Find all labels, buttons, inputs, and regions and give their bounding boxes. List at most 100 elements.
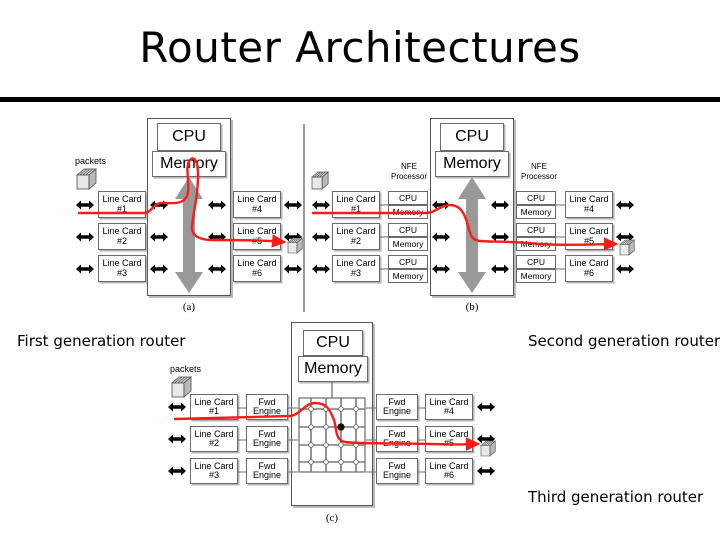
nfe-cpu-label: CPU [399,256,417,267]
line-card-number: #2 [208,438,219,448]
fig-b-cpu-label: CPU [455,127,489,145]
fig-b-nfe-memory-4: Memory [516,205,556,219]
fig-a-port-arrow-3 [76,264,94,274]
fig-a-port-arrow-4 [284,200,302,210]
line-card-number: #4 [251,203,262,214]
fig-b-caption: Second generation router [528,332,720,350]
fig-a-packets-label: packets [75,156,107,166]
fig-a-cpu-box: CPU [157,123,221,151]
fig-b-port-arrow-4 [616,200,634,210]
slide-canvas: Router Architectures CPU Memory packets … [0,0,720,540]
fig-a-line-card-2[interactable]: Line Card #2 [98,223,146,250]
fig-b-line-card-2[interactable]: Line Card #2 [332,223,380,250]
fig-b-nfe-memory-1: Memory [388,205,428,219]
fig-b-nfe-memory-6: Memory [516,269,556,283]
fig-b-packets-icon [311,171,329,190]
nfe-cpu-label: CPU [527,224,545,235]
nfe-cpu-label: CPU [399,192,417,203]
fig-c-port-arrow-4 [477,402,495,412]
line-card-number: #6 [251,267,262,278]
line-card-number: #1 [208,406,219,416]
fig-a-port-arrow-6 [284,264,302,274]
line-card-number: #1 [350,203,361,214]
fig-b-port-arrow-2 [312,232,330,242]
fig-a-output-packet-icon [287,237,303,254]
nfe-memory-label: Memory [392,206,424,217]
line-card-number: #5 [443,438,454,448]
fig-c-port-arrow-6 [477,466,495,476]
line-card-number: #6 [443,470,454,480]
line-card-number: #2 [350,235,361,246]
fig-c-cpu-box: CPU [303,330,363,356]
fig-b-port-arrow-3 [312,264,330,274]
fig-b-label: (b) [465,301,479,313]
fig-b-line-card-6[interactable]: Line Card #6 [565,255,613,282]
fig-c-line-card-5[interactable]: Line Card #5 [425,426,473,452]
line-card-number: #4 [443,406,454,416]
fig-a-cpu-label: CPU [172,127,206,145]
fig-c-port-arrow-1 [168,402,186,412]
nfe-cpu-label: CPU [399,224,417,235]
fig-c-fwd-engine-4[interactable]: Fwd Engine [376,394,418,420]
fig-b-line-card-5[interactable]: Line Card #5 [565,223,613,250]
fig-a-packets-icon [76,168,97,190]
fwd-engine-label2: Engine [382,438,412,448]
fig-a-line-card-5[interactable]: Line Card #5 [233,223,281,250]
nfe-cpu-label: CPU [527,192,545,203]
fig-c-line-card-6[interactable]: Line Card #6 [425,458,473,484]
line-card-number: #3 [350,267,361,278]
fig-b-port-arrow-6 [616,264,634,274]
fig-c-line-card-3[interactable]: Line Card #3 [190,458,238,484]
fig-b-port-arrow-1 [312,200,330,210]
fig-a-caption: First generation router [17,332,186,350]
fig-c-fwd-engine-2[interactable]: Fwd Engine [246,426,288,452]
line-card-number: #3 [208,470,219,480]
fig-a-port-arrow-5 [284,232,302,242]
fig-b-nfe-memory-5: Memory [516,237,556,251]
fig-a-label: (a) [182,301,196,313]
nfe-cpu-label: CPU [527,256,545,267]
fig-c-port-arrow-2 [168,434,186,444]
nfe-memory-label: Memory [520,238,552,249]
fig-b-nfe-cpu-3: CPU [388,255,428,269]
fig-b-line-card-3[interactable]: Line Card #3 [332,255,380,282]
fig-b-line-card-4[interactable]: Line Card #4 [565,191,613,218]
line-card-number: #6 [583,267,594,278]
fwd-engine-label2: Engine [252,406,282,416]
fig-c-fwd-engine-5[interactable]: Fwd Engine [376,426,418,452]
fig-b-nfe-memory-2: Memory [388,237,428,251]
fig-a-line-card-6[interactable]: Line Card #6 [233,255,281,282]
fig-c-packets-label: packets [170,364,202,374]
fig-c-label: (c) [325,512,339,524]
fig-c-line-card-4[interactable]: Line Card #4 [425,394,473,420]
fig-a-line-card-1[interactable]: Line Card #1 [98,191,146,218]
fwd-engine-label2: Engine [382,470,412,480]
fig-c-line-card-2[interactable]: Line Card #2 [190,426,238,452]
page-title: Router Architectures [139,23,581,72]
fig-c-port-arrow-5 [477,434,495,444]
fig-a-line-card-4[interactable]: Line Card #4 [233,191,281,218]
fig-c-fwd-engine-1[interactable]: Fwd Engine [246,394,288,420]
figure-divider [303,124,305,312]
line-card-number: #3 [116,267,127,278]
fig-b-nfe-memory-3: Memory [388,269,428,283]
fig-a-memory-label: Memory [160,154,218,172]
fig-b-memory-box: Memory [435,151,509,177]
fig-c-port-arrow-3 [168,466,186,476]
fig-b-nfe-cpu-2: CPU [388,223,428,237]
line-card-number: #1 [116,203,127,214]
fig-c-line-card-1[interactable]: Line Card #1 [190,394,238,420]
fig-b-memory-label: Memory [443,154,501,172]
title-divider-rule [0,97,720,102]
fig-c-packets-icon [171,376,192,398]
fig-a-memory-box: Memory [152,151,226,177]
fig-c-memory-label: Memory [304,359,362,377]
fig-a-line-card-3[interactable]: Line Card #3 [98,255,146,282]
fig-c-fwd-engine-6[interactable]: Fwd Engine [376,458,418,484]
line-card-number: #5 [251,235,262,246]
fig-a-port-arrow-1 [76,200,94,210]
fig-b-nfe-cpu-1: CPU [388,191,428,205]
nfe-memory-label: Memory [392,238,424,249]
fig-b-line-card-1[interactable]: Line Card #1 [332,191,380,218]
fig-c-fwd-engine-3[interactable]: Fwd Engine [246,458,288,484]
